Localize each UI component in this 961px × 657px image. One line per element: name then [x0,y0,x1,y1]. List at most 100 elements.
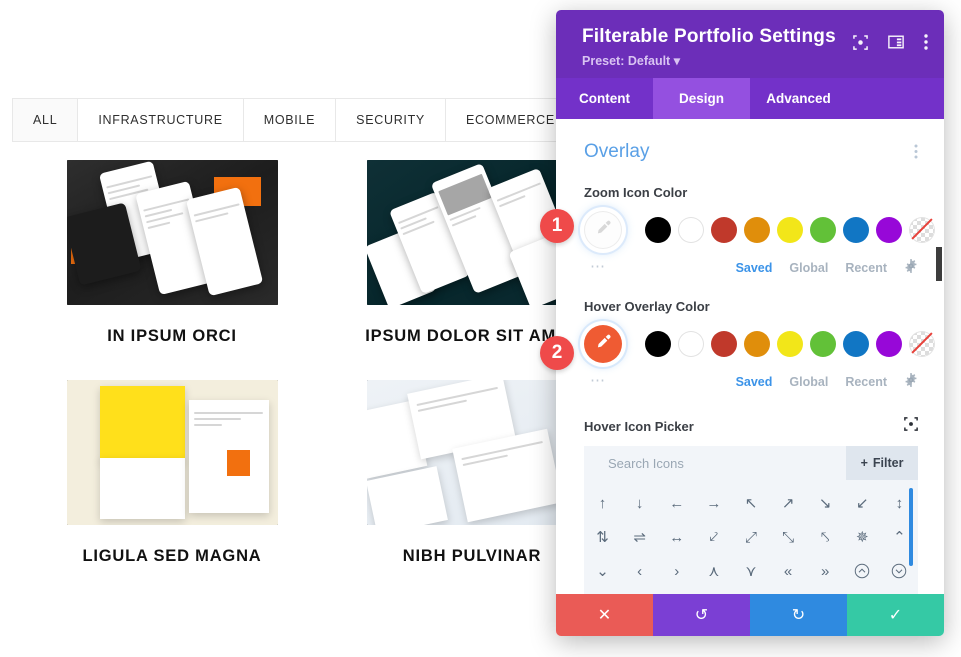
color-swatch-green[interactable] [810,331,836,357]
layout-icon[interactable] [888,35,904,49]
color-swatch-white[interactable] [678,217,704,243]
portfolio-item[interactable]: IN IPSUM ORCI [44,160,300,348]
filter-tab-mobile[interactable]: MOBILE [243,99,337,141]
modal-scrollbar[interactable] [936,247,942,281]
color-swatch-black[interactable] [645,217,671,243]
redo-button[interactable]: ↻ [750,594,847,636]
portfolio-thumbnail[interactable] [66,380,278,526]
filter-tab-security[interactable]: SECURITY [336,99,446,141]
icon-arrow-left[interactable]: ← [658,486,695,520]
icon-circle-chevron-up[interactable] [844,554,881,588]
color-tab-global[interactable]: Global [789,261,828,275]
hover-overlay-color-current[interactable] [584,325,622,363]
color-swatch-purple[interactable] [876,217,902,243]
cancel-button[interactable]: ✕ [556,594,653,636]
icon-arrow-down-left[interactable]: ↙ [844,486,881,520]
icon-double-chevron-down[interactable]: ⋎ [732,554,769,588]
kebab-menu-icon[interactable] [914,144,918,160]
icon-filter-button[interactable]: + Filter [846,446,918,480]
icon-double-chevron-up[interactable]: ⋏ [695,554,732,588]
save-button[interactable]: ✓ [847,594,944,636]
color-swatch-white[interactable] [678,331,704,357]
kebab-menu-icon[interactable] [924,34,928,50]
color-swatch-orange[interactable] [744,217,770,243]
color-swatch-red[interactable] [711,217,737,243]
portfolio-thumbnail[interactable] [66,160,278,305]
color-swatch-green[interactable] [810,217,836,243]
icon-collapse-diagonal[interactable]: ⤡ [770,520,807,554]
icon-expand-diagonal[interactable]: ⤢ [732,520,769,554]
icon-move[interactable]: ✵ [844,520,881,554]
modal-preset-selector[interactable]: Preset: Default ▾ [582,53,926,68]
tab-content[interactable]: Content [556,78,653,119]
thumbnail-art [66,160,278,305]
icon-expand-diagonal-alt[interactable]: ⤣ [807,520,844,554]
search-icons-input[interactable]: Search Icons [584,446,846,480]
icon-arrow-corner-down-right[interactable]: ⤦ [695,520,732,554]
icon-chevron-down[interactable]: ⌄ [584,554,621,588]
icon-double-chevron-right[interactable]: » [807,554,844,588]
icon-grid: ↑ ↓ ← → ↖ ↗ ↘ ↙ ↕ ⇅ ⇌ ↔ ⤦ ⤢ ⤡ ⤣ ✵ ⌃ ⌄ ‹ … [584,486,918,588]
color-swatch-transparent[interactable] [909,331,935,357]
step-badge-2: 2 [540,336,574,370]
icon-arrow-up-left[interactable]: ↖ [732,486,769,520]
icon-arrow-down-right[interactable]: ↘ [807,486,844,520]
focus-icon[interactable] [904,417,918,436]
modal-preset-label: Preset: Default [582,54,671,68]
filter-tab-infrastructure[interactable]: INFRASTRUCTURE [78,99,244,141]
color-swatch-red[interactable] [711,331,737,357]
icon-chevron-left[interactable]: ‹ [621,554,658,588]
gear-icon[interactable] [904,372,918,392]
hover-icon-picker-label: Hover Icon Picker [584,419,694,434]
ellipsis-icon[interactable]: ⋯ [590,259,606,274]
color-swatch-yellow[interactable] [777,217,803,243]
portfolio-thumbnail[interactable] [366,380,578,526]
icon-double-chevron-left[interactable]: « [770,554,807,588]
tab-advanced[interactable]: Advanced [750,78,847,119]
color-swatch-blue[interactable] [843,217,869,243]
ellipsis-icon[interactable]: ⋯ [590,373,606,388]
icon-arrow-down[interactable]: ↓ [621,486,658,520]
color-swatch-orange[interactable] [744,331,770,357]
icon-arrow-up[interactable]: ↑ [584,486,621,520]
icon-grid-scrollbar[interactable] [909,488,913,566]
zoom-icon-color-label: Zoom Icon Color [584,185,688,200]
color-swatch-purple[interactable] [876,331,902,357]
color-tab-recent[interactable]: Recent [845,375,887,389]
icon-arrow-right[interactable]: → [695,486,732,520]
zoom-icon-color-swatches [584,211,935,249]
chevron-down-icon: ▾ [673,54,680,68]
color-swatch-transparent[interactable] [909,217,935,243]
focus-icon[interactable] [853,34,868,50]
tab-design[interactable]: Design [653,78,750,119]
hover-overlay-color-label: Hover Overlay Color [584,299,710,314]
modal-tabs: Content Design Advanced [556,78,944,119]
thumbnail-art [366,380,578,526]
portfolio-item-title: IN IPSUM ORCI [107,327,237,345]
icon-arrow-up-right[interactable]: ↗ [770,486,807,520]
undo-button[interactable]: ↺ [653,594,750,636]
icon-arrow-left-right[interactable]: ↔ [658,520,695,554]
color-swatch-blue[interactable] [843,331,869,357]
color-swatch-black[interactable] [645,331,671,357]
icon-chevron-right[interactable]: › [658,554,695,588]
color-tab-saved[interactable]: Saved [736,261,773,275]
color-tab-global[interactable]: Global [789,375,828,389]
portfolio-row: LIGULA SED MAGNA NIBH PULVINAR [0,380,600,578]
screenshot-root: ALL INFRASTRUCTURE MOBILE SECURITY ECOMM… [0,0,961,657]
color-swatch-yellow[interactable] [777,331,803,357]
color-tab-recent[interactable]: Recent [845,261,887,275]
icon-arrows-exchange[interactable]: ⇌ [621,520,658,554]
icon-picker-panel: Search Icons + Filter ↑ ↓ ← → ↖ ↗ ↘ ↙ ↕ … [584,446,918,594]
icon-arrows-vertical-alt[interactable]: ⇅ [584,520,621,554]
filter-tab-all[interactable]: ALL [13,99,79,141]
portfolio-item[interactable]: LIGULA SED MAGNA [44,380,300,568]
modal-header-actions [853,34,928,50]
color-tab-saved[interactable]: Saved [736,375,773,389]
modal-header: Filterable Portfolio Settings Preset: De… [556,10,944,78]
zoom-icon-color-current[interactable] [584,211,622,249]
gear-icon[interactable] [904,258,918,278]
overlay-section-header: Overlay [584,141,918,163]
overlay-section-title[interactable]: Overlay [584,141,649,163]
portfolio-filter-bar: ALL INFRASTRUCTURE MOBILE SECURITY ECOMM… [13,99,575,141]
